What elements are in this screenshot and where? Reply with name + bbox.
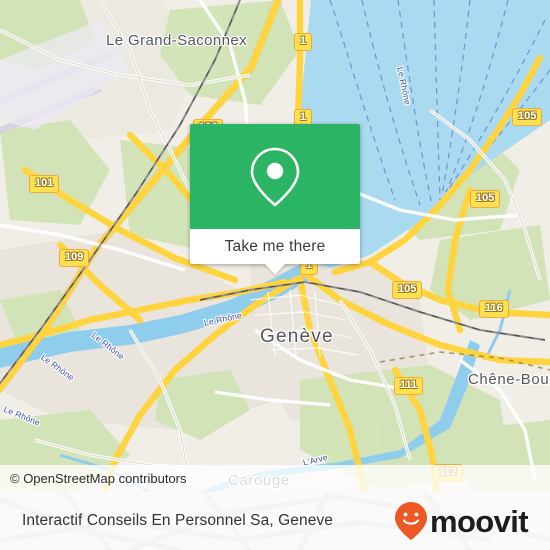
moovit-logo[interactable]: moovit [394,501,529,541]
moovit-smiley-pin-icon [394,502,427,540]
take-me-there-label[interactable]: Take me there [190,229,360,264]
popup-pointer [264,263,286,275]
map-canvas[interactable]: Le Grand-Saconnex Genève Chêne-Bouge Car… [0,0,550,492]
footer-bar: Interactif Conseils En Personnel Sa, Gen… [0,492,550,550]
moovit-wordmark: moovit [429,503,529,539]
map-attribution-bar: © OpenStreetMap contributors [0,465,550,492]
place-title: Interactif Conseils En Personnel Sa, Gen… [22,512,334,529]
map-pin-icon [250,147,300,207]
popup-header [190,124,360,229]
map-page: Le Grand-Saconnex Genève Chêne-Bouge Car… [0,0,550,550]
take-me-there-popup[interactable]: Take me there [190,124,360,275]
osm-attribution-text[interactable]: © OpenStreetMap contributors [10,471,187,486]
